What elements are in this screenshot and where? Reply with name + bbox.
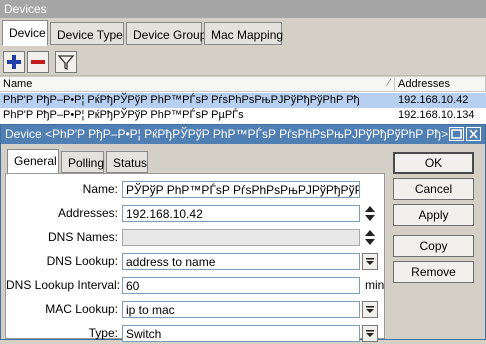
tab-device-group[interactable]: Device Group — [126, 22, 206, 45]
chevron-down-icon — [366, 306, 374, 313]
remove-button[interactable] — [27, 51, 49, 73]
dialog-title-text: Device <PhP'P PђP–P•P¦ PќPђPЎPўP PhP™PЃs… — [5, 127, 449, 141]
tab-general[interactable]: General — [7, 149, 59, 174]
dns-interval-field[interactable]: 60 — [122, 277, 360, 294]
addresses-field[interactable]: 192.168.10.42 — [122, 205, 360, 222]
close-icon — [469, 129, 478, 139]
type-label: Type: — [88, 326, 118, 340]
table-row[interactable]: PhP'P PђP–P•P¦ PќPђPЎPўP PhP™PЃsP PѓsPhP… — [0, 93, 486, 108]
chevron-down-icon — [366, 330, 374, 337]
column-name-label: Name — [3, 78, 33, 90]
name-label: Name: — [82, 182, 118, 196]
mac-lookup-dropdown[interactable] — [362, 301, 378, 318]
minus-icon — [31, 60, 45, 64]
interval-unit: min — [365, 278, 385, 292]
tab-status[interactable]: Status — [106, 151, 148, 173]
device-list: Name ⁄ Addresses PhP'P PђP–P•P¦ PќPђPЎPў… — [0, 77, 486, 124]
apply-button[interactable]: Apply — [393, 204, 474, 226]
type-dropdown[interactable] — [362, 325, 378, 342]
table-row[interactable]: PhP'P PђP–P•P¦ PќPђPЎPўP PhP™PЃsP PµPЃs … — [0, 108, 486, 123]
chevron-down-icon — [366, 258, 374, 265]
row-name: PhP'P PђP–P•P¦ PќPђPЎPўP PhP™PЃsP PѓsPhP… — [3, 94, 360, 106]
mac-lookup-select[interactable]: ip to mac — [122, 301, 360, 318]
row-address: 192.168.10.42 — [398, 94, 469, 106]
column-header-addresses[interactable]: Addresses — [395, 77, 486, 92]
remove-device-button[interactable]: Remove — [393, 261, 474, 283]
maximize-icon — [451, 129, 462, 139]
row-name: PhP'P PђP–P•P¦ PќPђPЎPўP PhP™PЃsP PµPЃs — [3, 109, 244, 121]
filter-button[interactable] — [55, 51, 77, 73]
tab-device[interactable]: Device — [2, 20, 48, 46]
mac-lookup-label: MAC Lookup: — [45, 302, 118, 316]
type-select[interactable]: Switch — [122, 325, 360, 342]
dialog-title[interactable]: Device <PhP'P PђP–P•P¦ PќPђPЎPўP PhP™PЃs… — [1, 125, 485, 144]
dns-lookup-dropdown[interactable] — [362, 253, 378, 270]
device-dialog: Device <PhP'P PђP–P•P¦ PќPђPЎPўP PhP™PЃs… — [0, 124, 486, 342]
up-down-arrows-icon — [365, 230, 375, 245]
toolbar — [0, 48, 486, 76]
ok-button[interactable]: OK — [393, 152, 474, 174]
window-title: Devices — [0, 0, 486, 18]
general-panel: Name: PЎPўP PhP™PЃsP PѓsPhPѕPњPJPўPђPўPh… — [5, 173, 385, 342]
main-tabs: Device Device Type Device Group Mac Mapp… — [0, 18, 486, 48]
dns-names-label: DNS Names: — [47, 230, 118, 244]
row-address: 192.168.10.134 — [398, 109, 475, 121]
maximize-button[interactable] — [449, 127, 464, 141]
dns-names-spinner[interactable] — [364, 228, 376, 247]
column-header-name[interactable]: Name ⁄ — [0, 77, 395, 92]
sort-icon: ⁄ — [388, 77, 390, 89]
addresses-label: Addresses: — [57, 206, 118, 220]
dns-lookup-select[interactable]: address to name — [122, 253, 360, 270]
add-button[interactable] — [3, 51, 25, 73]
copy-button[interactable]: Copy — [393, 235, 474, 257]
tab-device-type[interactable]: Device Type — [50, 22, 124, 45]
dns-interval-label: DNS Lookup Interval: — [6, 278, 121, 292]
tab-polling[interactable]: Polling — [61, 151, 104, 173]
filter-icon — [57, 55, 75, 71]
cancel-button[interactable]: Cancel — [393, 178, 474, 200]
close-button[interactable] — [466, 127, 481, 141]
addresses-spinner[interactable] — [364, 204, 376, 223]
dns-names-field[interactable] — [122, 229, 360, 246]
up-down-arrows-icon — [365, 206, 375, 221]
name-field[interactable]: PЎPўP PhP™PЃsP PѓsPhPѕPњPJPўPђPўPhP Pђ — [122, 181, 360, 198]
tab-mac-mapping[interactable]: Mac Mapping — [204, 22, 283, 45]
dns-lookup-label: DNS Lookup: — [46, 254, 118, 268]
plus-icon — [7, 55, 21, 69]
